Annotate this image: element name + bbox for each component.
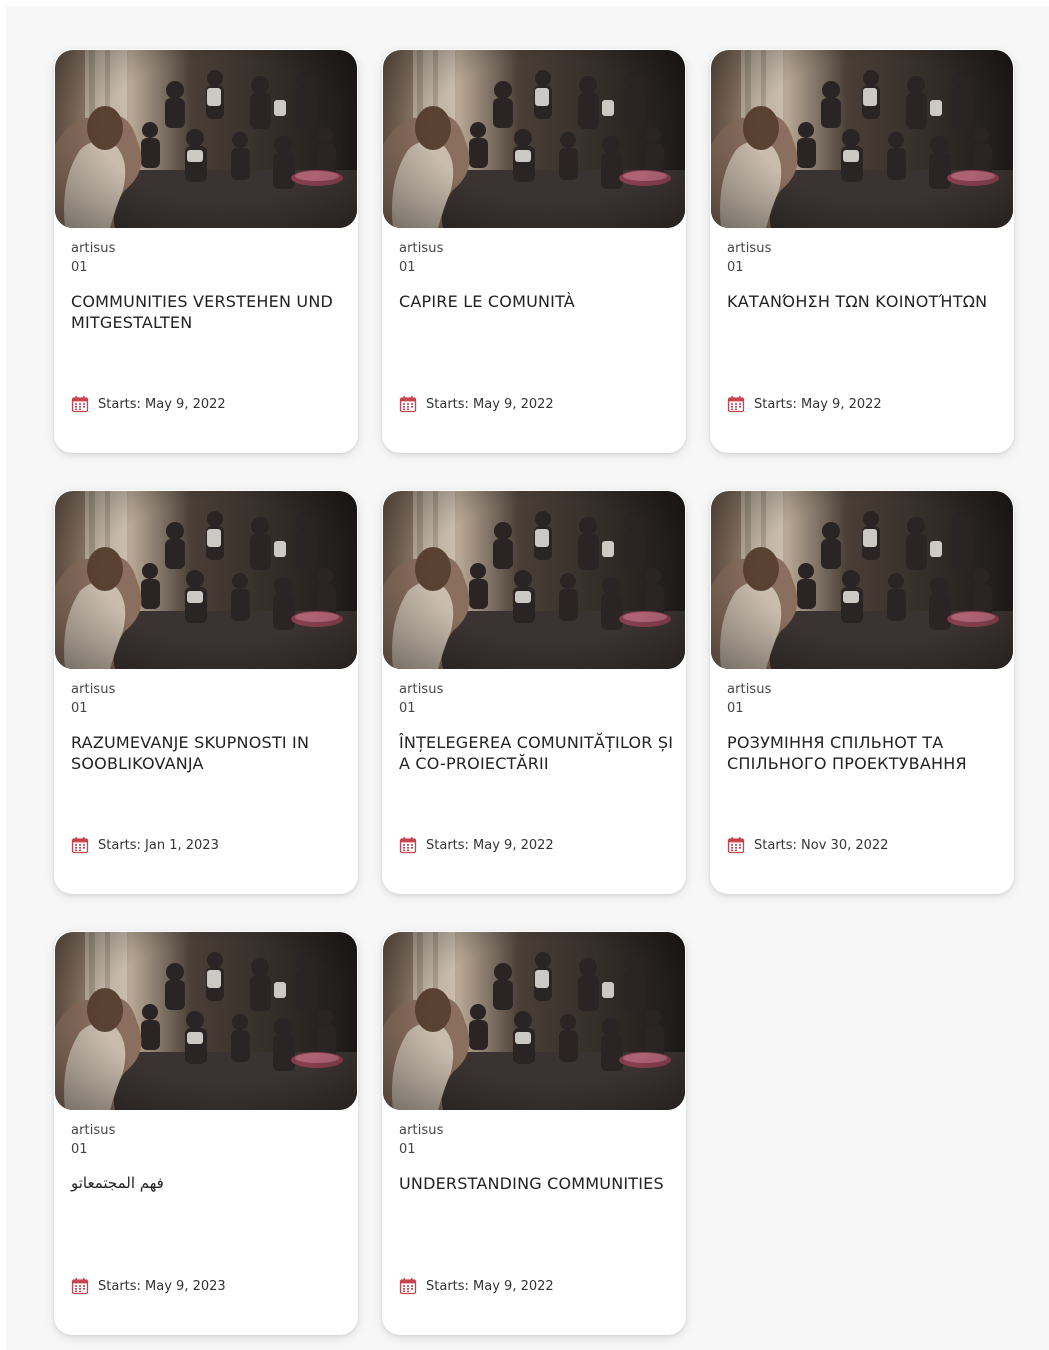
course-number: 01 — [399, 1142, 416, 1157]
course-number: 01 — [71, 260, 88, 275]
course-start-date: Starts: May 9, 2022 — [71, 395, 226, 413]
course-card[interactable]: artisus 01 ΚΑΤΑΝΌΗΣΗ ΤΩΝ ΚΟΙΝΟΤΉΤΩΝ Star… — [710, 49, 1014, 453]
course-start-date: Starts: May 9, 2022 — [399, 395, 554, 413]
course-number: 01 — [399, 260, 416, 275]
course-card[interactable]: artisus 01 UNDERSTANDING COMMUNITIES Sta… — [382, 931, 686, 1335]
calendar-icon — [727, 395, 745, 413]
course-start-date: Starts: May 9, 2023 — [71, 1277, 226, 1295]
start-date-text: Starts: Nov 30, 2022 — [754, 837, 889, 853]
course-thumbnail[interactable] — [55, 50, 357, 228]
course-number: 01 — [71, 701, 88, 716]
calendar-icon — [399, 395, 417, 413]
course-grid: artisus 01 COMMUNITIES VERSTEHEN UND MIT… — [54, 49, 1014, 1335]
course-title[interactable]: فهم المجتمعاتو — [71, 1173, 349, 1194]
course-card[interactable]: artisus 01 RAZUMEVANJE SKUPNOSTI IN SOOB… — [54, 490, 358, 894]
course-number: 01 — [727, 260, 744, 275]
course-number: 01 — [399, 701, 416, 716]
course-provider: artisus — [399, 241, 444, 256]
course-card[interactable]: artisus 01 CAPIRE LE COMUNITÀ Starts: Ma… — [382, 49, 686, 453]
course-thumbnail[interactable] — [711, 50, 1013, 228]
course-provider: artisus — [399, 682, 444, 697]
calendar-icon — [71, 395, 89, 413]
course-thumbnail[interactable] — [383, 932, 685, 1110]
course-provider: artisus — [71, 1123, 116, 1138]
course-thumbnail[interactable] — [55, 932, 357, 1110]
course-title[interactable]: CAPIRE LE COMUNITÀ — [399, 291, 677, 312]
course-start-date: Starts: Jan 1, 2023 — [71, 836, 219, 854]
course-card[interactable]: artisus 01 ÎNȚELEGEREA COMUNITĂȚILOR ȘI … — [382, 490, 686, 894]
start-date-text: Starts: May 9, 2022 — [426, 837, 554, 853]
course-title[interactable]: ÎNȚELEGEREA COMUNITĂȚILOR ȘI A CO-PROIEC… — [399, 732, 677, 774]
course-thumbnail[interactable] — [383, 491, 685, 669]
course-provider: artisus — [399, 1123, 444, 1138]
calendar-icon — [399, 836, 417, 854]
course-start-date: Starts: May 9, 2022 — [399, 1277, 554, 1295]
course-card[interactable]: artisus 01 РОЗУМІННЯ СПІЛЬНОТ ТА СПІЛЬНО… — [710, 490, 1014, 894]
course-number: 01 — [727, 701, 744, 716]
start-date-text: Starts: May 9, 2023 — [98, 1278, 226, 1294]
course-start-date: Starts: May 9, 2022 — [399, 836, 554, 854]
course-title[interactable]: РОЗУМІННЯ СПІЛЬНОТ ТА СПІЛЬНОГО ПРОЕКТУВ… — [727, 732, 1005, 774]
course-provider: artisus — [727, 241, 772, 256]
calendar-icon — [399, 1277, 417, 1295]
start-date-text: Starts: May 9, 2022 — [426, 396, 554, 412]
course-title[interactable]: RAZUMEVANJE SKUPNOSTI IN SOOBLIKOVANJA — [71, 732, 349, 774]
course-card[interactable]: artisus 01 COMMUNITIES VERSTEHEN UND MIT… — [54, 49, 358, 453]
course-card[interactable]: artisus 01 فهم المجتمعاتو Starts: May 9,… — [54, 931, 358, 1335]
calendar-icon — [71, 836, 89, 854]
course-title[interactable]: UNDERSTANDING COMMUNITIES — [399, 1173, 677, 1194]
course-title[interactable]: COMMUNITIES VERSTEHEN UND MITGESTALTEN — [71, 291, 349, 333]
course-provider: artisus — [71, 682, 116, 697]
start-date-text: Starts: May 9, 2022 — [426, 1278, 554, 1294]
start-date-text: Starts: May 9, 2022 — [754, 396, 882, 412]
course-list-panel: artisus 01 COMMUNITIES VERSTEHEN UND MIT… — [6, 6, 1049, 1350]
start-date-text: Starts: May 9, 2022 — [98, 396, 226, 412]
course-start-date: Starts: Nov 30, 2022 — [727, 836, 888, 854]
course-thumbnail[interactable] — [383, 50, 685, 228]
course-provider: artisus — [71, 241, 116, 256]
course-title[interactable]: ΚΑΤΑΝΌΗΣΗ ΤΩΝ ΚΟΙΝΟΤΉΤΩΝ — [727, 291, 1005, 312]
calendar-icon — [71, 1277, 89, 1295]
course-thumbnail[interactable] — [55, 491, 357, 669]
course-start-date: Starts: May 9, 2022 — [727, 395, 882, 413]
start-date-text: Starts: Jan 1, 2023 — [98, 837, 219, 853]
course-provider: artisus — [727, 682, 772, 697]
calendar-icon — [727, 836, 745, 854]
course-number: 01 — [71, 1142, 88, 1157]
course-thumbnail[interactable] — [711, 491, 1013, 669]
